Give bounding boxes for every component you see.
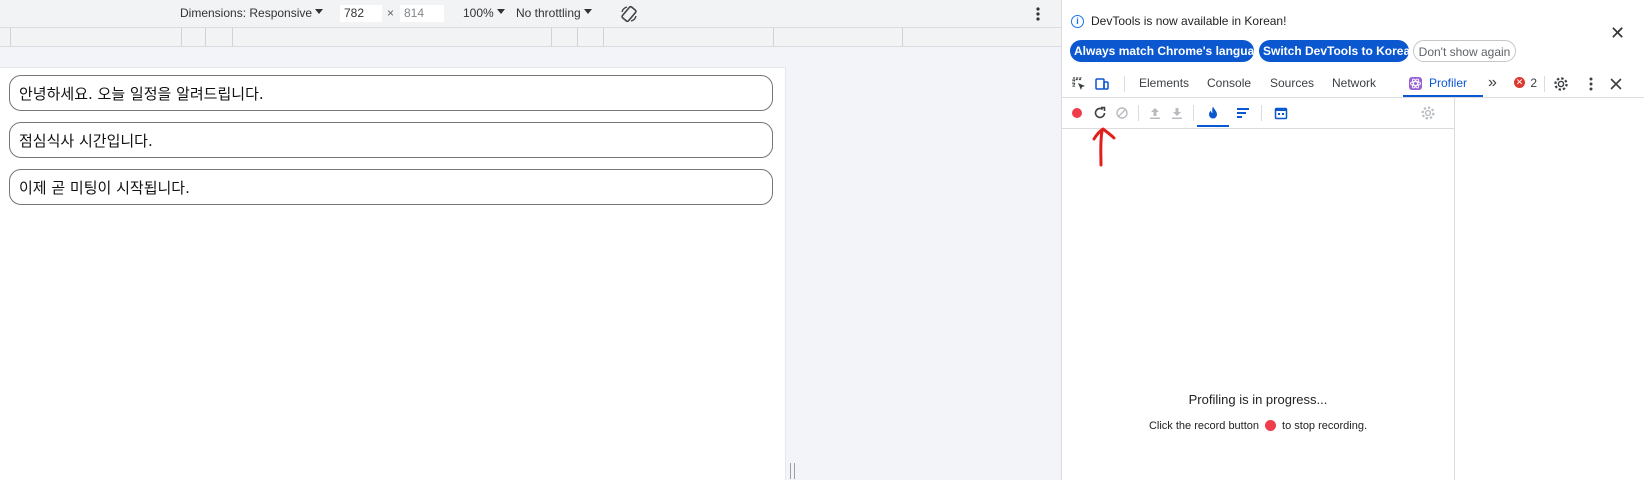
zoom-label: 100% bbox=[463, 6, 494, 20]
more-tabs-button[interactable]: » bbox=[1488, 69, 1497, 96]
error-counter[interactable]: ✕ 2 bbox=[1514, 70, 1537, 97]
chevron-down-icon bbox=[583, 9, 592, 15]
record-dot-icon[interactable] bbox=[1265, 419, 1277, 431]
media-query-ruler[interactable] bbox=[0, 28, 1061, 47]
throttling-label: No throttling bbox=[516, 6, 581, 20]
hint-text-before: Click the record button bbox=[1148, 420, 1260, 432]
more-options-icon[interactable] bbox=[1035, 6, 1041, 22]
devtools-panel: i DevTools is now available in Korean! A… bbox=[1061, 0, 1644, 480]
tab-elements[interactable]: Elements bbox=[1139, 70, 1189, 97]
error-icon: ✕ bbox=[1514, 77, 1525, 89]
infobar-text: DevTools is now available in Korean! bbox=[1091, 14, 1287, 28]
tab-profiler-label: Profiler bbox=[1429, 76, 1468, 90]
device-toolbar: Dimensions: Responsive 782 × 814 100% No… bbox=[0, 0, 1061, 28]
throttling-dropdown[interactable]: No throttling bbox=[516, 0, 592, 27]
device-emulation-area: Dimensions: Responsive 782 × 814 100% No… bbox=[0, 0, 1061, 480]
customize-menu-icon[interactable] bbox=[1583, 76, 1599, 92]
rotate-icon[interactable] bbox=[619, 4, 639, 24]
gear-icon[interactable] bbox=[1553, 76, 1569, 92]
profiling-status-hint: Click the record button to stop recording… bbox=[1062, 419, 1454, 432]
profiler-content: Profiling is in progress... Click the re… bbox=[1062, 129, 1455, 480]
switch-to-korean-button[interactable]: Switch DevTools to Korean bbox=[1259, 40, 1417, 62]
dimensions-dropdown[interactable]: Dimensions: Responsive bbox=[180, 0, 324, 27]
dont-show-again-button[interactable]: Don't show again bbox=[1413, 40, 1516, 62]
timeline-icon[interactable] bbox=[1273, 105, 1289, 121]
tab-console[interactable]: Console bbox=[1207, 70, 1251, 97]
profiling-status-title: Profiling is in progress... bbox=[1188, 392, 1328, 407]
hint-text-after: to stop recording. bbox=[1282, 420, 1368, 432]
chevron-down-icon bbox=[496, 9, 505, 15]
dimensions-label: Dimensions: Responsive bbox=[180, 6, 313, 20]
annotation-arrow-icon bbox=[1092, 127, 1116, 167]
zoom-dropdown[interactable]: 100% bbox=[463, 0, 505, 27]
viewport-resize-handle[interactable] bbox=[790, 463, 796, 479]
chevron-down-icon bbox=[315, 9, 324, 15]
load-profile-icon[interactable] bbox=[1147, 105, 1163, 121]
message-box[interactable]: 점심식사 시간입니다. bbox=[9, 122, 773, 158]
active-view-indicator bbox=[1197, 125, 1229, 127]
devtools-tabbar: Elements Console Sources Network Profile… bbox=[1062, 70, 1644, 98]
tab-profiler[interactable]: Profiler bbox=[1409, 70, 1468, 97]
tab-network[interactable]: Network bbox=[1332, 70, 1376, 97]
message-box[interactable]: 이제 곧 미팅이 시작됩니다. bbox=[9, 169, 773, 205]
ranked-chart-icon[interactable] bbox=[1235, 105, 1251, 121]
active-tab-indicator bbox=[1403, 95, 1483, 97]
close-devtools-icon[interactable] bbox=[1608, 76, 1624, 92]
error-count: 2 bbox=[1530, 76, 1538, 90]
flamegraph-icon[interactable] bbox=[1205, 105, 1221, 121]
inspect-element-icon[interactable] bbox=[1071, 76, 1087, 92]
tab-sources[interactable]: Sources bbox=[1270, 70, 1314, 97]
width-input[interactable]: 782 bbox=[340, 5, 382, 22]
profiler-settings-icon[interactable] bbox=[1420, 105, 1436, 121]
page-viewport: 안녕하세요. 오늘 일정을 알려드립니다. 점심식사 시간입니다. 이제 곧 미… bbox=[0, 67, 786, 480]
react-icon bbox=[1409, 77, 1422, 90]
dimension-separator: × bbox=[387, 6, 395, 20]
save-profile-icon[interactable] bbox=[1169, 105, 1185, 121]
language-infobar: i DevTools is now available in Korean! A… bbox=[1062, 0, 1644, 68]
device-toggle-icon[interactable] bbox=[1094, 76, 1110, 92]
info-icon: i bbox=[1071, 15, 1084, 28]
match-language-button[interactable]: Always match Chrome's language bbox=[1070, 40, 1268, 62]
message-box[interactable]: 안녕하세요. 오늘 일정을 알려드립니다. bbox=[9, 75, 773, 111]
close-icon[interactable]: ✕ bbox=[1610, 24, 1625, 42]
height-input[interactable]: 814 bbox=[400, 5, 444, 22]
